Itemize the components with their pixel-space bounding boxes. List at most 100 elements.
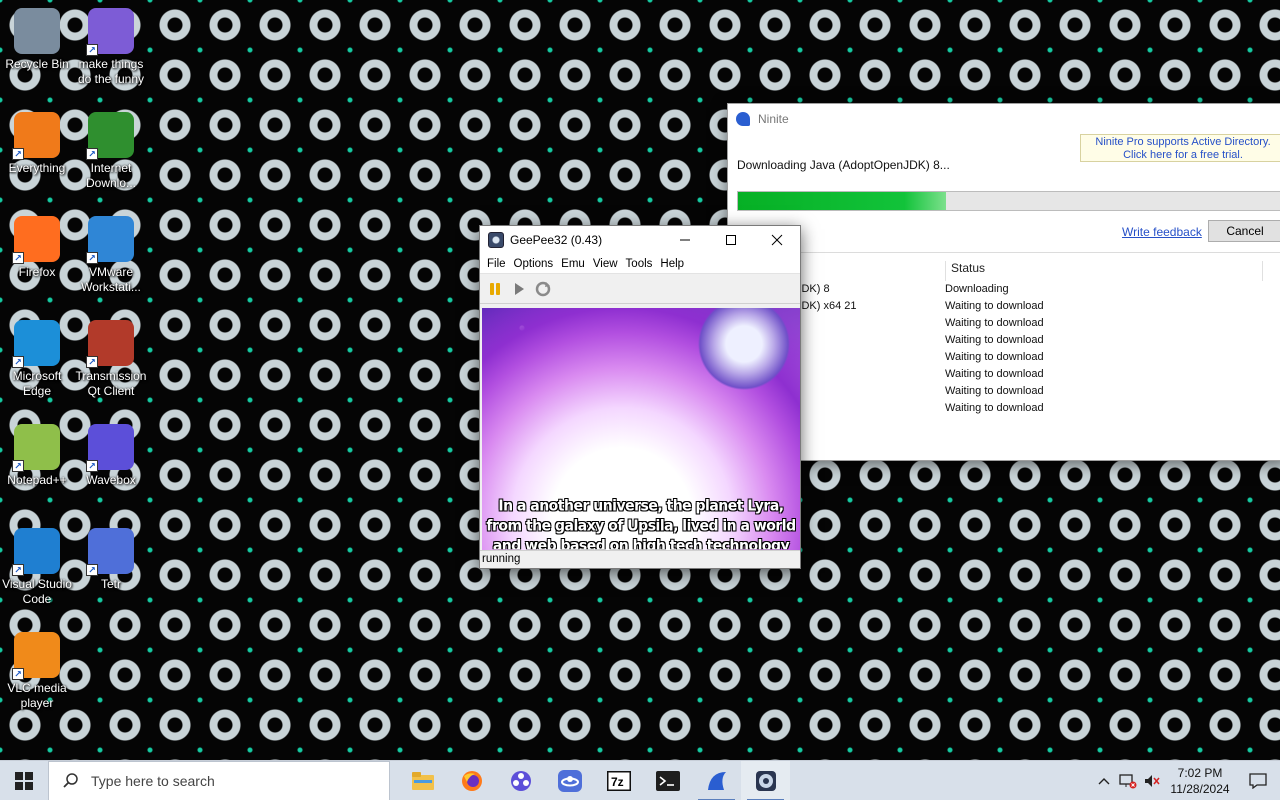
- menu-view[interactable]: View: [589, 258, 622, 270]
- cancel-button[interactable]: Cancel: [1208, 220, 1280, 242]
- desktop-icon-2[interactable]: ↗ make things do the funny: [74, 8, 148, 87]
- wavebox-icon: [510, 770, 531, 791]
- taskbar-terminal[interactable]: [643, 761, 692, 800]
- desktop-icon-11[interactable]: ↗ Visual Studio Code: [0, 528, 74, 607]
- taskbar-firefox[interactable]: [447, 761, 496, 800]
- close-button[interactable]: [754, 226, 800, 254]
- pause-icon: [490, 282, 500, 295]
- taskbar-tetr[interactable]: [545, 761, 594, 800]
- close-icon: [771, 234, 783, 246]
- geepee-title: GeePee32 (0.43): [510, 233, 603, 247]
- shortcut-arrow-icon: ↗: [86, 252, 98, 264]
- column-divider: [1262, 261, 1263, 281]
- geepee32-app-icon: [488, 232, 504, 248]
- notification-center-button[interactable]: [1236, 772, 1280, 789]
- geepee32-window[interactable]: GeePee32 (0.43) File Options Emu View Tools H…: [479, 225, 801, 569]
- taskbar-wavebox[interactable]: [496, 761, 545, 800]
- desktop-icon-8[interactable]: ↗ Transmission Qt Client: [74, 320, 148, 399]
- tray-network-button[interactable]: [1116, 773, 1140, 789]
- ninite-pro-promo[interactable]: Ninite Pro supports Active Directory. Cl…: [1080, 134, 1280, 162]
- geepee-titlebar[interactable]: GeePee32 (0.43): [480, 226, 800, 254]
- download-list: Status tOpenJDK) 8DownloadingtOpenJDK) x…: [728, 252, 1280, 462]
- status-column-header: Status: [945, 261, 1265, 281]
- download-row-status: Waiting to download: [945, 334, 1044, 346]
- maximize-icon: [726, 235, 736, 245]
- shortcut-arrow-icon: ↗: [86, 564, 98, 576]
- subtitle-line-2: from the galaxy of Upsila, lived in a wo…: [486, 517, 796, 535]
- desktop-icon-label: Microsoft Edge: [12, 369, 62, 398]
- download-row: Waiting to download: [728, 385, 1280, 402]
- download-progress-fill: [738, 192, 947, 210]
- download-progress-bar: [737, 191, 1280, 211]
- clock-date: 11/28/2024: [1170, 781, 1230, 796]
- desktop-icon-label: Transmission Qt Client: [75, 369, 147, 398]
- taskbar-7zip[interactable]: 7z: [594, 761, 643, 800]
- menu-file[interactable]: File: [483, 258, 510, 270]
- desktop-icon-6[interactable]: ↗ VMware Workstati...: [74, 216, 148, 295]
- write-feedback-link[interactable]: Write feedback: [1122, 225, 1202, 239]
- minimize-icon: [680, 239, 690, 241]
- network-disconnected-icon: [1119, 773, 1137, 788]
- desktop-icon-13[interactable]: ↗ VLC media player: [0, 632, 74, 711]
- desktop-icon-label: Internet Downlo...: [85, 161, 137, 190]
- taskbar-clock[interactable]: 7:02 PM 11/28/2024: [1164, 765, 1236, 797]
- tetr-icon: [557, 769, 582, 792]
- recycle-bin-icon: [14, 8, 60, 54]
- tray-volume-button[interactable]: [1140, 774, 1164, 788]
- desktop-icon-4[interactable]: ↗ Internet Downlo...: [74, 112, 148, 191]
- notepad-plus-plus-icon: ↗: [12, 424, 60, 472]
- desktop-icon-1[interactable]: Recycle Bin: [0, 8, 74, 72]
- taskbar-ninite[interactable]: [692, 761, 741, 800]
- download-row-status: Waiting to download: [945, 385, 1044, 397]
- download-row: esWaiting to download: [728, 402, 1280, 419]
- desktop-icon-7[interactable]: ↗ Microsoft Edge: [0, 320, 74, 399]
- transmission-icon: ↗: [86, 320, 134, 368]
- menu-options[interactable]: Options: [510, 258, 558, 270]
- windows-logo-icon: [15, 771, 33, 790]
- desktop-icon-3[interactable]: ↗ Everything: [0, 112, 74, 176]
- desktop-icon-9[interactable]: ↗ Notepad++: [0, 424, 74, 488]
- ninite-window[interactable]: Ninite Ninite Pro supports Active Direct…: [727, 103, 1280, 461]
- desktop-icon-label: Everything: [8, 161, 66, 175]
- chevron-up-icon: [1098, 777, 1110, 784]
- desktop-icon-12[interactable]: ↗ Tetr: [74, 528, 148, 592]
- download-row-status: Waiting to download: [945, 351, 1044, 363]
- desktop-icon-label: Tetr: [100, 577, 121, 591]
- desktop-icon-label: make things do the funny: [77, 57, 145, 86]
- emulator-screen[interactable]: In a another universe, the planet Lyra, …: [482, 308, 800, 550]
- shortcut-arrow-icon: ↗: [12, 668, 24, 680]
- start-button[interactable]: [0, 761, 48, 800]
- play-button[interactable]: [510, 280, 528, 298]
- download-row-status: Waiting to download: [945, 402, 1044, 414]
- wavebox-icon: ↗: [86, 424, 134, 472]
- vscode-icon: ↗: [12, 528, 60, 576]
- menu-tools[interactable]: Tools: [622, 258, 657, 270]
- menu-emu[interactable]: Emu: [557, 258, 589, 270]
- desktop-icon-label: Recycle Bin: [5, 57, 69, 71]
- internet-download-manager-icon: ↗: [86, 112, 134, 160]
- maximize-button[interactable]: [708, 226, 754, 254]
- shortcut-arrow-icon: ↗: [12, 148, 24, 160]
- download-row: tOpenJDK) 8Downloading: [728, 283, 1280, 300]
- desktop-icon-10[interactable]: ↗ Wavebox: [74, 424, 148, 488]
- search-placeholder: Type here to search: [91, 772, 215, 789]
- vlc-icon: ↗: [12, 632, 60, 680]
- subtitle-line-1: In a another universe, the planet Lyra,: [498, 497, 784, 515]
- search-icon: [63, 772, 78, 788]
- tray-overflow-button[interactable]: [1092, 777, 1116, 785]
- taskbar-geepee32[interactable]: [741, 760, 790, 800]
- taskbar-file-explorer[interactable]: [398, 761, 447, 800]
- taskbar-search-box[interactable]: Type here to search: [48, 760, 390, 800]
- desktop-icon-5[interactable]: ↗ Firefox: [0, 216, 74, 280]
- taskbar: Type here to search 7z 7:02 PM 11/28/202…: [0, 760, 1280, 800]
- pause-button[interactable]: [486, 280, 504, 298]
- download-row: csWaiting to download: [728, 351, 1280, 368]
- volume-muted-icon: [1145, 774, 1160, 787]
- minimize-button[interactable]: [662, 226, 708, 254]
- shortcut-arrow-icon: ↗: [86, 148, 98, 160]
- menu-help[interactable]: Help: [656, 258, 688, 270]
- tetr-icon: ↗: [86, 528, 134, 576]
- reset-button[interactable]: [534, 280, 552, 298]
- play-icon: [515, 282, 524, 295]
- ninite-titlebar[interactable]: Ninite: [728, 104, 1280, 134]
